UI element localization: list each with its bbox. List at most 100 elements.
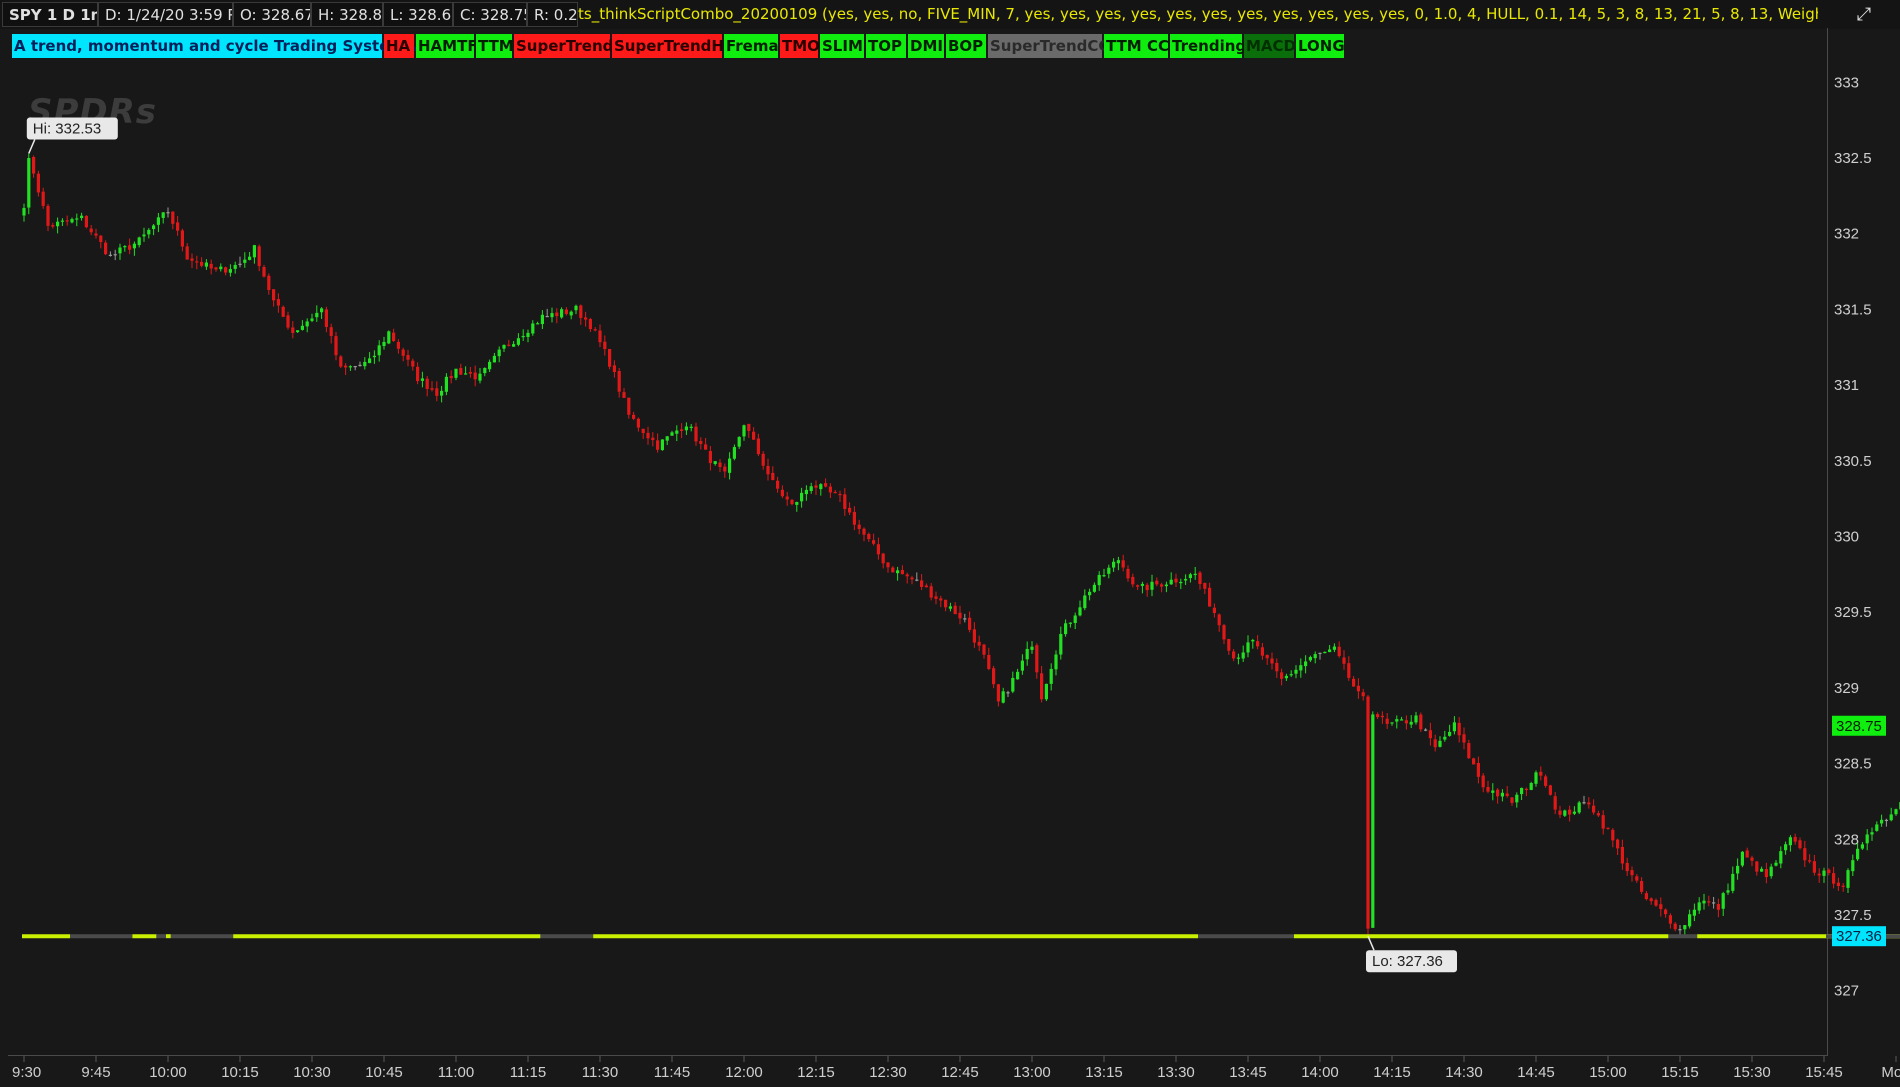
candle-body (728, 458, 732, 473)
candle-body (1102, 575, 1106, 577)
candle-body (915, 579, 919, 581)
candle-body (809, 486, 813, 492)
candle-body (886, 562, 890, 568)
candle-body (785, 496, 789, 500)
candle-body (790, 499, 794, 505)
candle-body (1006, 692, 1010, 694)
candle-body (1774, 862, 1778, 866)
candle-body (430, 388, 434, 390)
candle-body (1236, 657, 1240, 659)
candle-body (1112, 561, 1116, 568)
candle-body (569, 311, 573, 316)
candle-body (1558, 810, 1562, 815)
candle-body (1227, 639, 1231, 651)
candle-body (1481, 775, 1485, 788)
candle-body (1822, 870, 1826, 876)
candle-body (1510, 797, 1514, 803)
candle-body (1582, 802, 1586, 804)
candle-body (1611, 829, 1615, 841)
candle-body (497, 349, 501, 357)
candle-body (1064, 623, 1068, 635)
candle-body (1241, 652, 1245, 659)
candle-body (1702, 900, 1706, 904)
candle-body (1232, 651, 1236, 659)
candle-body (84, 215, 88, 228)
candle-body (1212, 607, 1216, 613)
candle-body (1299, 665, 1303, 671)
candle-body (152, 225, 156, 230)
candle-body (1880, 819, 1884, 824)
x-tick-label: 14:45 (1517, 1064, 1555, 1081)
candle-body (1606, 827, 1610, 829)
candle-body (1414, 715, 1418, 723)
candle-body (1145, 584, 1149, 591)
candle-body (1140, 583, 1144, 586)
candle-body (1150, 581, 1154, 590)
candle-body (929, 586, 933, 598)
candle-body (1385, 718, 1389, 724)
candle-body (876, 544, 880, 555)
candle-body (56, 221, 60, 227)
candle-body (1356, 685, 1360, 692)
candle-body (1673, 923, 1677, 930)
candle-body (1083, 595, 1087, 609)
candle-body (1654, 900, 1658, 906)
candle-body (276, 299, 280, 306)
candle-body (320, 308, 324, 313)
candle-body (1078, 607, 1082, 616)
candle-body (1380, 715, 1384, 718)
candle-body (1121, 560, 1125, 568)
candle-body (1376, 714, 1380, 718)
candle-body (1544, 776, 1548, 786)
candle-body (1496, 789, 1500, 797)
candle-body (684, 426, 688, 431)
candle-body (1409, 721, 1413, 725)
candle-body (185, 246, 189, 260)
candle-body (1073, 615, 1077, 624)
candle-body (1769, 866, 1773, 877)
candle-body (99, 235, 103, 242)
candle-body (329, 327, 333, 336)
candle-body (1323, 651, 1327, 654)
candle-body (1222, 625, 1226, 640)
candle-body (1539, 771, 1543, 776)
price-chart[interactable]: 327 327.5 328 328.5 329 329.5 330 330.5 331 331.5… (0, 0, 1900, 1087)
candle-body (838, 493, 842, 496)
candle-body (281, 306, 285, 317)
candle-body (180, 230, 184, 247)
candle-body (742, 425, 746, 437)
candle-body (766, 465, 770, 475)
candle-body (156, 217, 160, 225)
candle-body (992, 668, 996, 685)
high-callout: Hi: 332.53 (26, 117, 118, 154)
candle-body (1740, 851, 1744, 866)
candle-body (1097, 574, 1101, 586)
candle-body (1827, 869, 1831, 874)
candle-body (1294, 669, 1298, 674)
y-tick-label: 327 (1834, 983, 1859, 1000)
candle-body (953, 605, 957, 615)
candle-body (704, 444, 708, 450)
x-tick-label: 15:15 (1661, 1064, 1699, 1081)
candle-body (1160, 584, 1164, 587)
candle-body (1308, 657, 1312, 661)
candle-body (1568, 809, 1572, 815)
x-tick-label: Mon (1881, 1064, 1900, 1081)
candle-body (680, 429, 684, 431)
x-tick-label: 12:30 (869, 1064, 907, 1081)
candle-body (1304, 661, 1308, 667)
candle-body (1371, 714, 1375, 928)
candle-body (944, 599, 948, 608)
candle-body (958, 612, 962, 619)
candle-body (1716, 904, 1720, 910)
candle-body (1500, 792, 1504, 797)
candle-body (200, 261, 204, 266)
candle-body (1040, 673, 1044, 700)
candle-body (1025, 648, 1029, 660)
candle-body (492, 355, 496, 363)
candle-body (1443, 736, 1447, 740)
candle-body (800, 492, 804, 502)
candle-body (1856, 848, 1860, 860)
candle-body (147, 229, 151, 235)
candle-body (1352, 678, 1356, 687)
